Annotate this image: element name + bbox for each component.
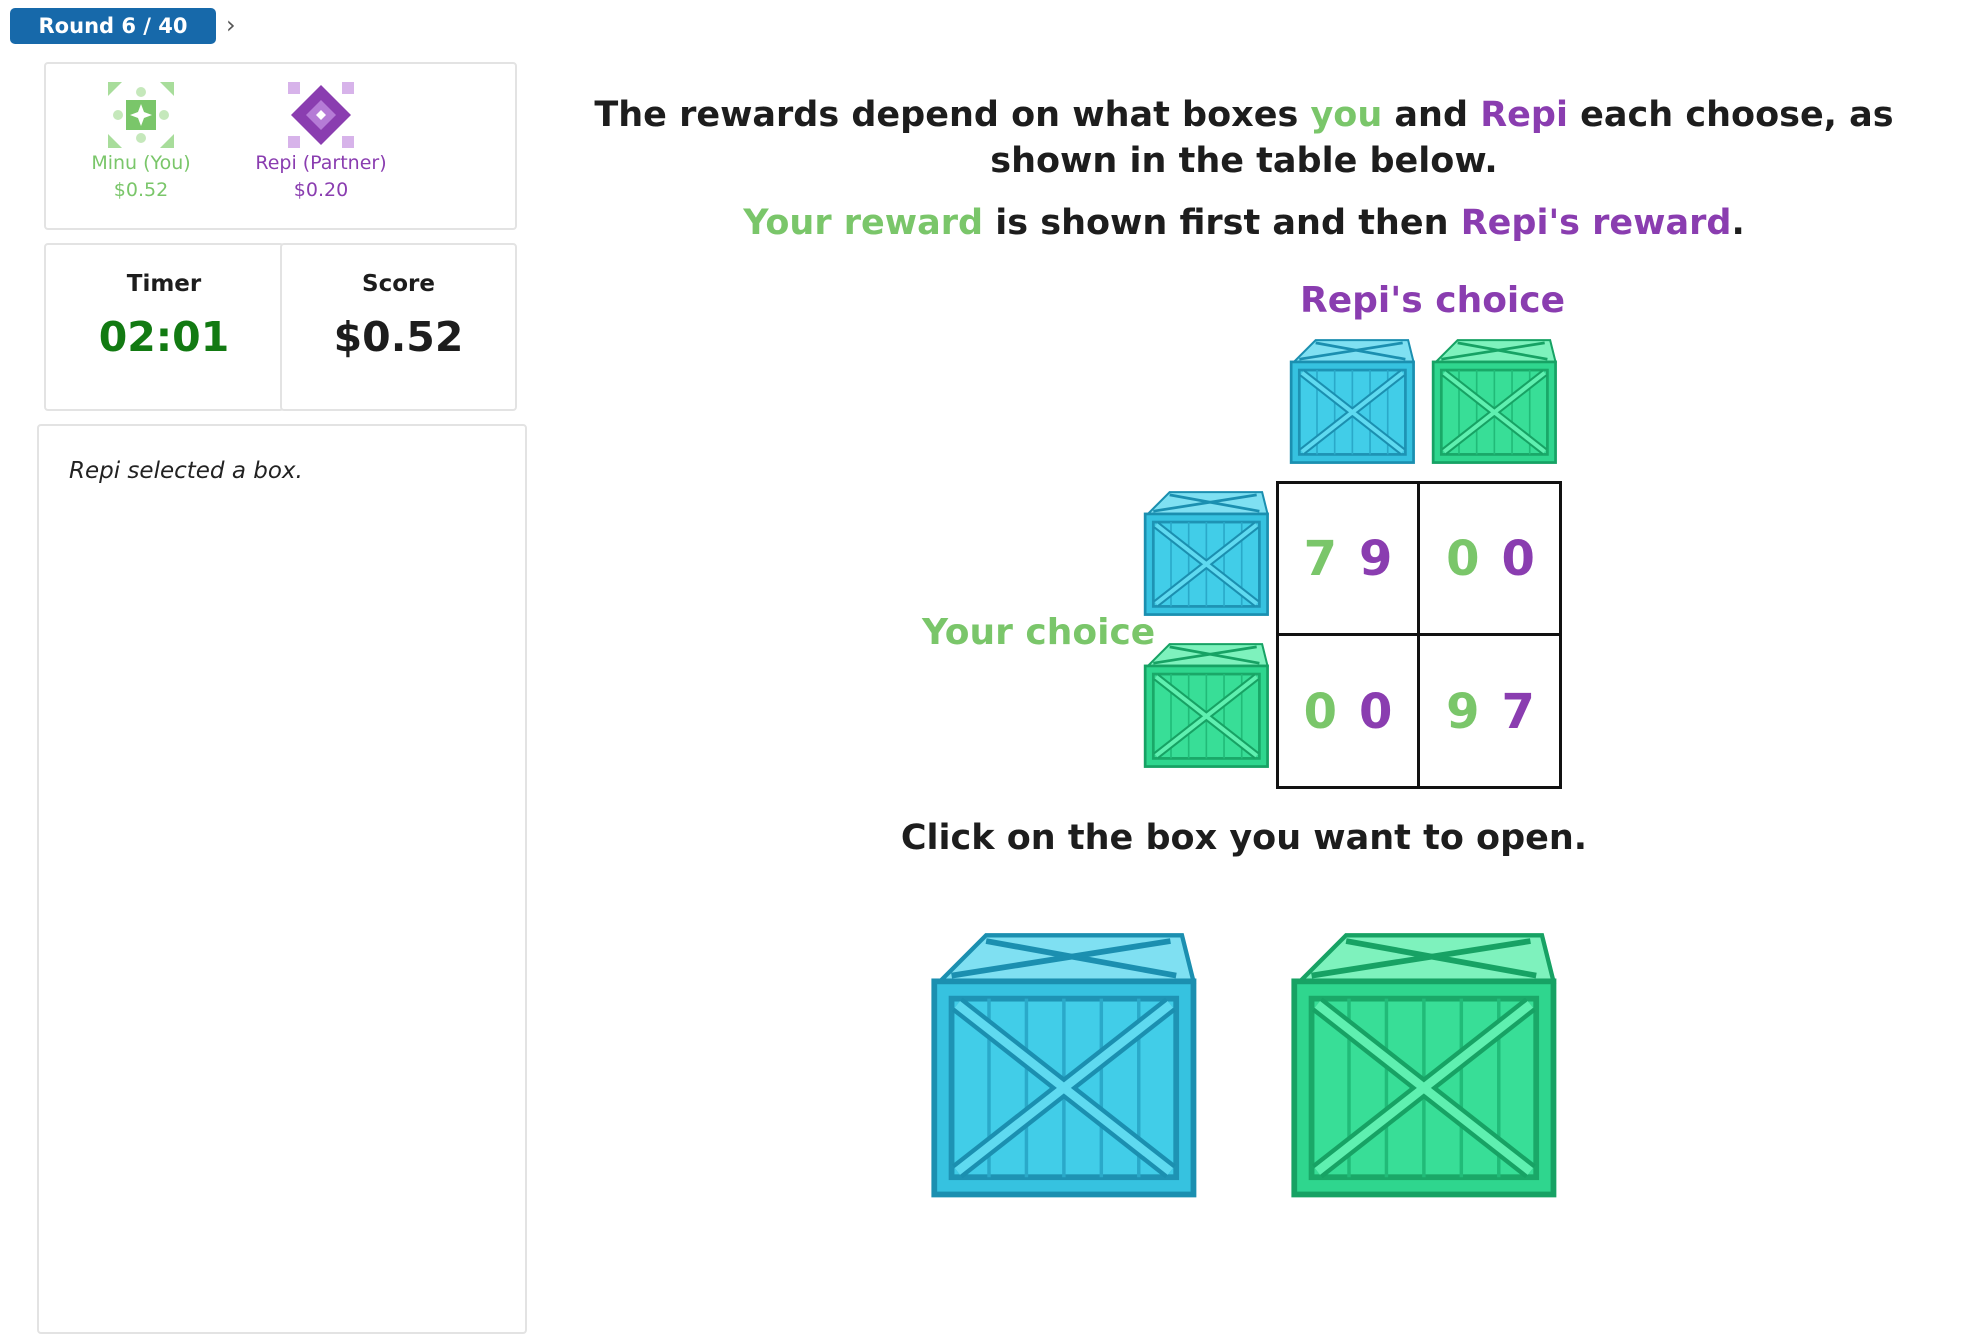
timer-label: Timer [126, 271, 202, 297]
your-green-box-icon [1136, 636, 1274, 772]
players-panel: Minu (You) $0.52 Repi (Partner) $0.20 [44, 62, 517, 230]
player-self-amount: $0.52 [113, 179, 169, 201]
payoff-cell-green-blue: 0 0 [1279, 636, 1420, 788]
payoff-you: 7 [1303, 530, 1337, 587]
partner-green-box-icon [1424, 332, 1562, 468]
payoff-you: 0 [1303, 684, 1337, 740]
payoff-partner: 0 [1359, 684, 1393, 740]
score-label: Score [362, 271, 435, 297]
note-your-reward: Your reward [743, 203, 984, 243]
partner-choice-label: Repi's choice [1300, 280, 1566, 321]
timer-panel: Timer 02:01 [44, 243, 284, 411]
note-middle: is shown first and then [983, 203, 1461, 243]
player-partner-amount: $0.20 [293, 179, 349, 201]
instructions-headline: The rewards depend on what boxes you and… [528, 92, 1960, 184]
timer-value: 02:01 [98, 313, 230, 361]
green-quilt-avatar-icon [108, 82, 174, 148]
event-log-message: Repi selected a box. [69, 458, 303, 484]
player-partner-name: Repi (Partner) [255, 152, 387, 174]
your-choice-label: Your choice [922, 612, 1156, 653]
payoff-cell-blue-green: 0 0 [1420, 484, 1561, 636]
reward-order-note: Your reward is shown first and then Repi… [528, 200, 1960, 246]
payoff-partner: 7 [1501, 684, 1535, 740]
your-blue-box-icon [1136, 484, 1274, 620]
payoff-cell-blue-blue: 7 9 [1279, 484, 1420, 636]
headline-text-2: and [1382, 95, 1481, 135]
headline-you: you [1310, 95, 1383, 135]
player-self: Minu (You) $0.52 [66, 82, 216, 204]
payoff-partner: 9 [1359, 530, 1393, 587]
payoff-you: 0 [1446, 530, 1480, 587]
player-partner: Repi (Partner) $0.20 [246, 82, 396, 204]
payoff-you: 9 [1446, 684, 1480, 740]
choose-box-instruction: Click on the box you want to open. [900, 818, 1588, 858]
payoff-matrix: 7 9 0 0 0 0 9 7 [1276, 481, 1562, 789]
note-repi-reward: Repi's reward [1460, 203, 1732, 243]
payoff-partner: 0 [1501, 530, 1535, 587]
score-panel: Score $0.52 [280, 243, 517, 411]
purple-diamond-avatar-icon [288, 82, 354, 148]
score-value: $0.52 [333, 313, 464, 361]
headline-repi: Repi [1480, 95, 1568, 135]
chevron-right-icon[interactable]: › [226, 11, 236, 39]
blue-box-button[interactable] [912, 918, 1210, 1206]
headline-text-1: The rewards depend on what boxes [594, 95, 1311, 135]
player-self-name: Minu (You) [91, 152, 191, 174]
payoff-cell-green-green: 9 7 [1420, 636, 1561, 788]
green-box-button[interactable] [1272, 918, 1570, 1206]
round-indicator: Round 6 / 40 [10, 8, 216, 44]
partner-blue-box-icon [1282, 332, 1420, 468]
event-log-panel: Repi selected a box. [37, 424, 527, 1334]
note-end: . [1731, 203, 1745, 243]
